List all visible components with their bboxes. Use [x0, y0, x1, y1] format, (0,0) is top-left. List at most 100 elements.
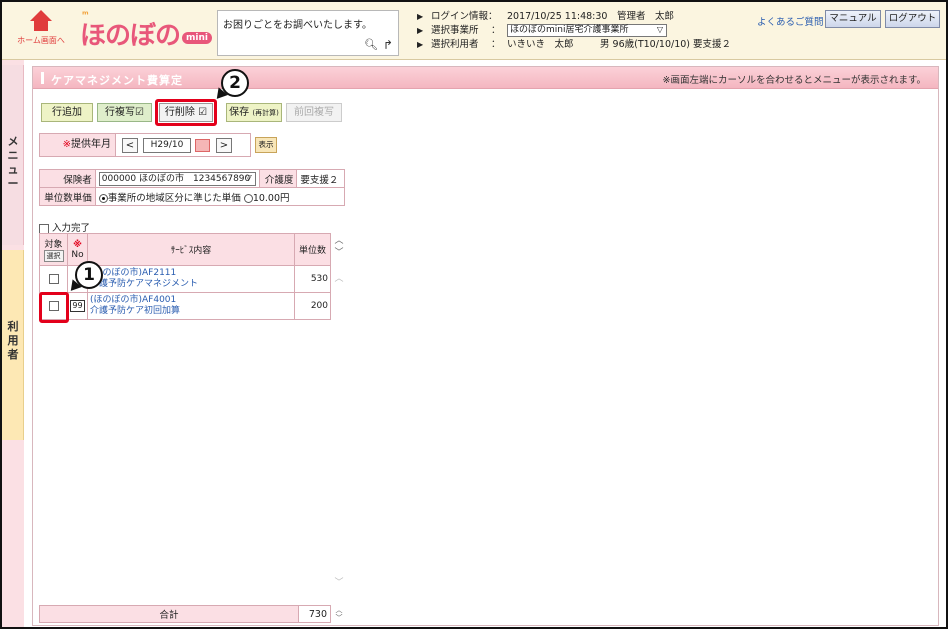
- total-spinner[interactable]: ︿ ﹀: [333, 606, 345, 624]
- user-detail: 男 96歳(T10/10/10) 要支援２: [600, 39, 732, 50]
- office-label: 選択事業所: [431, 25, 479, 36]
- chevron-down-icon[interactable]: ﹀: [333, 247, 345, 259]
- service-link[interactable]: (ほのぼの市)AF2111: [90, 268, 292, 279]
- chevron-down-icon: ▽: [245, 172, 252, 182]
- home-icon: [28, 10, 54, 32]
- select-all-button[interactable]: 選択: [43, 250, 64, 262]
- calendar-icon[interactable]: [195, 139, 210, 152]
- row-units: 530: [294, 265, 331, 293]
- service-link[interactable]: 介護予防ケア初回加算: [90, 306, 292, 317]
- table-row[interactable]: 99 (ほのぼの市)AF4001 介護予防ケア初回加算 200: [39, 292, 331, 320]
- menu-char: メ: [7, 135, 19, 148]
- user-tab-label: 利 用 者: [6, 320, 20, 362]
- insurer-select-value: 000000 ほのぼの市 1234567890: [101, 173, 251, 184]
- callout-1: 1: [75, 261, 103, 289]
- triangle-icon: ▶: [417, 26, 424, 35]
- service-month-row: ※提供年月 < H29/10 >: [39, 133, 251, 157]
- help-search-box[interactable]: お困りごとをお調べいたします。 🔍︎ ↱: [217, 10, 399, 56]
- logo: ᵐ ほのぼの mini: [72, 10, 212, 51]
- insurer-cell: 000000 ほのぼの市 1234567890 ▽: [94, 169, 260, 188]
- regional-rate-label: 事業所の地域区分に準じた単価: [107, 192, 241, 204]
- user-name: いきいき 太郎: [507, 39, 574, 50]
- row-checkbox[interactable]: [48, 273, 59, 284]
- manual-button[interactable]: マニュアル: [825, 10, 881, 28]
- side-tabs: メ ニ ュ ー 利 用 者: [2, 60, 24, 627]
- scroll-down-arrow-icon[interactable]: ﹀: [333, 577, 345, 589]
- save-button[interactable]: 保存 (再計算): [226, 103, 282, 122]
- header: ホーム画面へ ᵐ ほのぼの mini お困りごとをお調べいたします。 🔍︎ ↱ …: [2, 2, 946, 60]
- spin-up-icon[interactable]: ︿: [333, 606, 345, 614]
- login-info-value: 2017/10/25 11:48:30 管理者 太郎: [507, 11, 674, 22]
- show-button[interactable]: 表示: [255, 137, 277, 153]
- service-link[interactable]: (ほのぼの市)AF4001: [90, 295, 292, 306]
- insurer-select[interactable]: 000000 ほのぼの市 1234567890 ▽: [98, 171, 256, 186]
- menu-char: ュ: [7, 163, 19, 176]
- entry-complete-checkbox[interactable]: [39, 223, 49, 234]
- service-month-label: ※提供年月: [40, 134, 116, 156]
- scroll-up-arrow-icon[interactable]: ︿: [333, 273, 345, 285]
- total-label: 合計: [39, 605, 299, 623]
- user-tab[interactable]: 利 用 者: [2, 250, 24, 440]
- app-window: ホーム画面へ ᵐ ほのぼの mini お困りごとをお調べいたします。 🔍︎ ↱ …: [0, 0, 948, 629]
- user-char: 用: [7, 334, 19, 347]
- help-search-placeholder: お困りごとをお調べいたします。: [223, 20, 372, 31]
- spin-down-icon[interactable]: ﹀: [333, 614, 345, 622]
- title-bar-mark: [41, 72, 44, 84]
- chevron-down-icon: ▽: [656, 25, 663, 34]
- row-content-cell: (ほのぼの市)AF2111 介護予防ケアマネジメント: [87, 265, 295, 293]
- fixed-rate-radio[interactable]: [243, 193, 253, 203]
- menu-char: ニ: [7, 149, 19, 162]
- row-units: 200: [294, 292, 331, 320]
- content-header: ｻｰﾋﾞｽ内容: [87, 233, 295, 266]
- menu-tab[interactable]: メ ニ ュ ー: [2, 65, 24, 245]
- save-sublabel: (再計算): [252, 109, 279, 117]
- row-code: 99: [70, 300, 85, 312]
- user-row: ▶ 選択利用者 ： いきいき 太郎 男 96歳(T10/10/10) 要支援２: [417, 38, 747, 52]
- care-management-panel: ケアマネジメント費算定 ※画面左端にカーソルを合わせるとメニューが表示されます。…: [32, 66, 939, 626]
- chevron-up-icon[interactable]: ︿: [333, 235, 345, 247]
- checkbox-highlight-box: [39, 292, 69, 323]
- unit-price-options: 事業所の地域区分に準じた単価 10.00円: [94, 187, 346, 206]
- target-header: 対象 選択: [39, 233, 68, 266]
- menu-tab-label: メ ニ ュ ー: [6, 135, 20, 191]
- prev-month-button[interactable]: <: [122, 138, 138, 153]
- logout-button[interactable]: ログアウト: [885, 10, 940, 28]
- service-month-label-text: 提供年月: [71, 139, 111, 150]
- callout-2: 2: [221, 69, 249, 97]
- no-header-label: No: [71, 249, 84, 260]
- login-info-label: ログイン情報：: [431, 11, 498, 22]
- home-button[interactable]: ホーム画面へ: [16, 10, 66, 46]
- unit-price-row: 単位数単価 事業所の地域区分に準じた単価 10.00円: [39, 187, 346, 206]
- add-row-button[interactable]: 行追加: [41, 103, 93, 122]
- service-link[interactable]: 介護予防ケアマネジメント: [90, 279, 292, 290]
- office-row: ▶ 選択事業所 ： ほのぼのmini居宅介護事業所 ▽: [417, 24, 747, 38]
- units-header: 単位数: [294, 233, 331, 266]
- service-table-scrollbar[interactable]: ︿ ﹀ ︿ ﹀: [333, 233, 345, 593]
- copy-row-button[interactable]: 行複写☑: [97, 103, 152, 122]
- user-char: 利: [7, 320, 19, 333]
- faq-link[interactable]: よくあるご質問: [757, 14, 824, 28]
- page-title: ケアマネジメント費算定: [51, 74, 183, 87]
- insurance-table: 保険者 000000 ほのぼの市 1234567890 ▽ 介護度 要支援２ 単…: [39, 169, 346, 206]
- panel-titlebar: ケアマネジメント費算定 ※画面左端にカーソルを合わせるとメニューが表示されます。: [33, 67, 938, 89]
- insurer-row: 保険者 000000 ほのぼの市 1234567890 ▽ 介護度 要支援２: [39, 169, 345, 188]
- regional-rate-radio[interactable]: [98, 193, 108, 203]
- insurer-label: 保険者: [39, 169, 96, 188]
- go-arrow-icon[interactable]: ↱: [383, 38, 393, 52]
- copy-previous-button[interactable]: 前回複写: [286, 103, 342, 122]
- search-icon[interactable]: 🔍︎: [364, 38, 378, 51]
- session-info: ▶ ログイン情報： 2017/10/25 11:48:30 管理者 太郎 ▶ 選…: [417, 10, 747, 52]
- service-month-input[interactable]: H29/10: [143, 138, 191, 153]
- care-level-value: 要支援２: [296, 169, 345, 188]
- unit-price-label: 単位数単価: [39, 187, 96, 206]
- fixed-rate-label: 10.00円: [252, 192, 290, 204]
- logo-badge: mini: [182, 32, 212, 44]
- next-month-button[interactable]: >: [216, 138, 232, 153]
- total-row: 合計 730: [39, 605, 331, 623]
- total-value: 730: [298, 605, 331, 623]
- row-select-cell: [39, 265, 68, 293]
- home-label: ホーム画面へ: [17, 36, 65, 45]
- save-label: 保存: [229, 107, 250, 118]
- care-level-label: 介護度: [258, 169, 298, 188]
- office-select[interactable]: ほのぼのmini居宅介護事業所 ▽: [507, 24, 667, 37]
